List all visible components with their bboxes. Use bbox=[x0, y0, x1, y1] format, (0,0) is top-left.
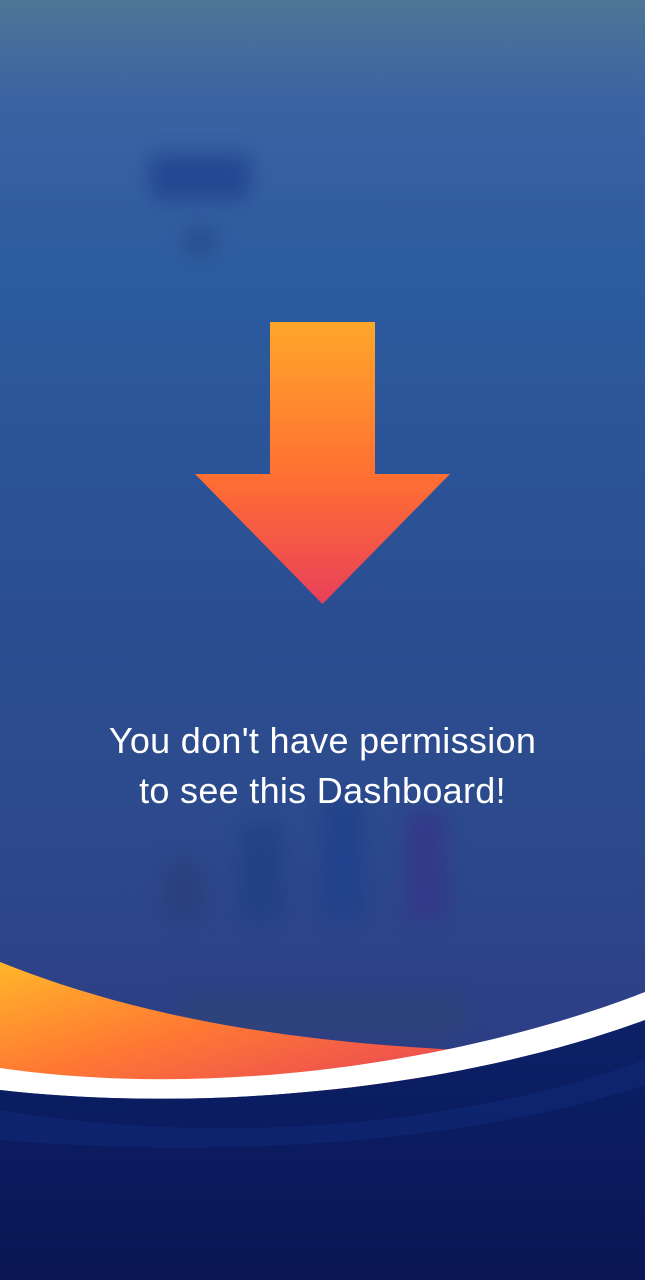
arrow-down-icon bbox=[195, 322, 450, 604]
blurred-header-block bbox=[150, 155, 250, 200]
blurred-dot bbox=[186, 228, 214, 252]
blurred-bar-3 bbox=[322, 800, 364, 920]
bottom-wave-decoration bbox=[0, 962, 645, 1280]
blurred-bar-2 bbox=[240, 825, 282, 920]
blurred-bar-1 bbox=[163, 860, 205, 920]
permission-message-line-2: to see this Dashboard! bbox=[139, 770, 506, 811]
permission-message-line-1: You don't have permission bbox=[108, 720, 537, 761]
blurred-bar-4 bbox=[405, 810, 447, 920]
permission-message: You don't have permission to see this Da… bbox=[0, 716, 645, 816]
